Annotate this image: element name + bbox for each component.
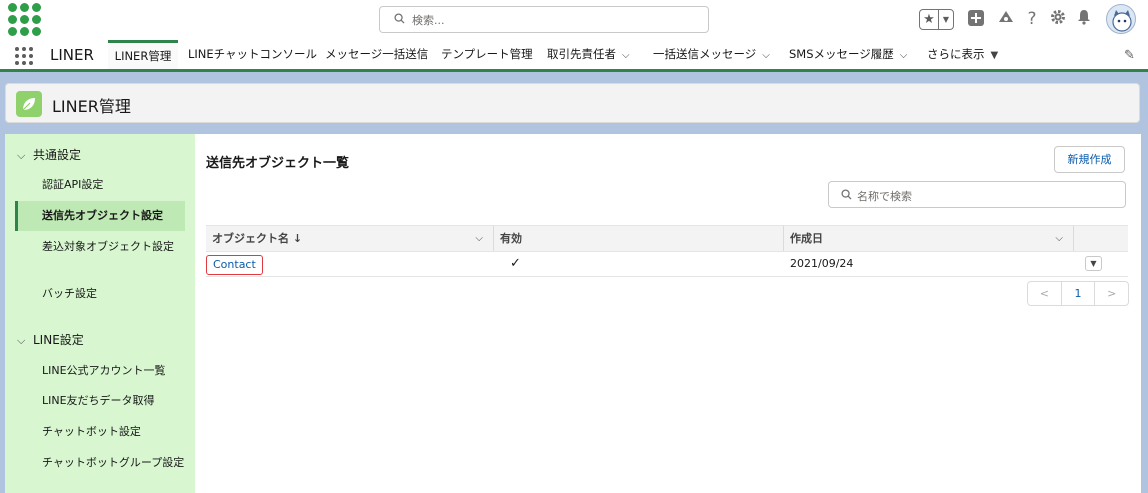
prev-page-button[interactable]: <: [1028, 282, 1061, 305]
chevron-down-icon[interactable]: ⌵: [1055, 226, 1063, 251]
page-header: LINER管理: [5, 83, 1140, 123]
notification-bell-icon[interactable]: [1074, 9, 1094, 29]
tab-line-chat-console[interactable]: LINEチャットコンソール: [188, 40, 317, 69]
sidebar-item-label: 認証API設定: [42, 178, 104, 191]
name-search-input[interactable]: 名称で検索: [828, 181, 1126, 208]
caret-down-icon: ▼: [990, 50, 999, 61]
chevron-down-icon: ⌵: [17, 334, 26, 347]
pagination: < 1 >: [1027, 281, 1129, 306]
chevron-down-icon[interactable]: ⌵: [475, 226, 483, 251]
sidebar-item-label: LINE公式アカウント一覧: [42, 364, 166, 377]
cell-object-name: Contact: [206, 252, 494, 276]
table-row: Contact ✓ 2021/09/24 ▼: [206, 252, 1128, 277]
sidebar-item-merge-object[interactable]: 差込対象オブジェクト設定: [42, 239, 190, 255]
search-placeholder: 名称で検索: [857, 190, 912, 203]
table-header: オブジェクト名 ↓ ⌵ 有効 作成日 ⌵: [206, 225, 1128, 252]
sidebar-item-batch[interactable]: バッチ設定: [42, 286, 190, 302]
chevron-down-icon[interactable]: ⌵: [622, 41, 630, 70]
search-icon: [394, 13, 405, 24]
new-button[interactable]: 新規作成: [1054, 146, 1125, 173]
sidebar-section-line-settings[interactable]: ⌵ LINE設定: [17, 331, 84, 348]
leaf-icon: [16, 91, 42, 117]
list-title: 送信先オブジェクト一覧: [206, 156, 350, 171]
search-icon: [841, 189, 852, 200]
sidebar-item-label: チャットボット設定: [42, 425, 141, 438]
chevron-down-icon: ⌵: [17, 149, 26, 162]
page-number-button[interactable]: 1: [1060, 282, 1096, 305]
app-name: LINER: [50, 46, 94, 64]
sidebar-item-label: チャットボットグループ設定: [42, 456, 185, 469]
sidebar-item-chatbot-group[interactable]: チャットボットグループ設定: [42, 455, 190, 471]
cell-created-date: 2021/09/24: [790, 257, 854, 270]
tab-label: LINER管理: [114, 49, 172, 63]
row-actions-dropdown[interactable]: ▼: [1085, 256, 1102, 271]
column-header-active[interactable]: 有効: [494, 226, 784, 251]
main-content: 送信先オブジェクト一覧 新規作成 名称で検索 オブジェクト名 ↓ ⌵ 有効 作成…: [195, 134, 1141, 493]
tab-liner-admin[interactable]: LINER管理: [108, 40, 178, 69]
sidebar-item-chatbot[interactable]: チャットボット設定: [42, 424, 190, 440]
tab-label: 一括送信メッセージ: [653, 47, 757, 61]
tab-more[interactable]: さらに表示 ▼: [927, 40, 998, 69]
chevron-down-icon[interactable]: ⌵: [900, 41, 908, 70]
column-label: 有効: [500, 232, 522, 245]
column-label: 作成日: [790, 232, 823, 245]
help-icon[interactable]: ?: [1022, 9, 1042, 29]
column-label: オブジェクト名 ↓: [212, 232, 303, 245]
column-header-object-name[interactable]: オブジェクト名 ↓ ⌵: [206, 226, 494, 251]
trailhead-icon[interactable]: [996, 9, 1016, 29]
tab-label: 取引先責任者: [547, 47, 616, 61]
sidebar-item-label: 差込対象オブジェクト設定: [42, 240, 174, 253]
sidebar-item-auth-api[interactable]: 認証API設定: [42, 177, 190, 193]
chevron-down-icon[interactable]: ▼: [939, 10, 953, 29]
tab-label: メッセージ一括送信: [325, 47, 429, 61]
sidebar-item-line-accounts[interactable]: LINE公式アカウント一覧: [42, 363, 190, 379]
gear-icon[interactable]: [1048, 9, 1068, 29]
page-title: LINER管理: [52, 97, 131, 116]
edit-nav-pencil-icon[interactable]: ✎: [1124, 48, 1135, 63]
app-launcher-icon[interactable]: [15, 47, 33, 65]
tab-template-management[interactable]: テンプレート管理: [441, 40, 533, 69]
tab-label: テンプレート管理: [441, 47, 533, 61]
user-avatar[interactable]: [1106, 4, 1136, 34]
column-header-created-date[interactable]: 作成日 ⌵: [784, 226, 1074, 251]
object-name-link[interactable]: Contact: [206, 255, 263, 275]
tab-contacts[interactable]: 取引先責任者 ⌵: [547, 40, 630, 69]
tab-label: SMSメッセージ履歴: [789, 47, 894, 61]
object-table: オブジェクト名 ↓ ⌵ 有効 作成日 ⌵ Contact ✓ 2021/09/2…: [206, 225, 1128, 277]
tab-label: さらに表示: [927, 47, 985, 61]
section-label: LINE設定: [33, 333, 84, 347]
global-search-input[interactable]: 検索...: [379, 6, 709, 33]
global-add-icon[interactable]: [966, 9, 986, 29]
settings-sidebar: ⌵ 共通設定 認証API設定 送信先オブジェクト設定 差込対象オブジェクト設定 バ…: [5, 134, 195, 493]
tab-bulk-send-messages[interactable]: 一括送信メッセージ ⌵: [653, 40, 770, 69]
tab-bulk-message-send[interactable]: メッセージ一括送信: [325, 40, 428, 69]
chevron-down-icon[interactable]: ⌵: [762, 41, 770, 70]
sidebar-section-common-settings[interactable]: ⌵ 共通設定: [17, 146, 81, 163]
sidebar-item-line-friends-data[interactable]: LINE友だちデータ取得: [42, 393, 190, 409]
sidebar-item-target-object[interactable]: 送信先オブジェクト設定: [42, 208, 190, 224]
star-icon[interactable]: ★: [920, 10, 939, 29]
app-logo-icon[interactable]: [8, 3, 42, 37]
sidebar-item-label: LINE友だちデータ取得: [42, 394, 155, 407]
next-page-button[interactable]: >: [1095, 282, 1128, 305]
tab-sms-history[interactable]: SMSメッセージ履歴 ⌵: [789, 40, 907, 69]
sidebar-item-label: バッチ設定: [42, 287, 97, 300]
global-header: 検索... ★ ▼ ?: [0, 0, 1148, 40]
section-label: 共通設定: [33, 148, 82, 162]
sidebar-item-label: 送信先オブジェクト設定: [42, 209, 163, 222]
check-icon: ✓: [510, 256, 521, 271]
favorites-button[interactable]: ★ ▼: [919, 9, 954, 30]
tab-label: LINEチャットコンソール: [188, 47, 318, 61]
app-navigation-bar: LINER LINER管理 LINEチャットコンソール メッセージ一括送信 テン…: [0, 40, 1148, 72]
search-placeholder: 検索...: [412, 14, 445, 27]
